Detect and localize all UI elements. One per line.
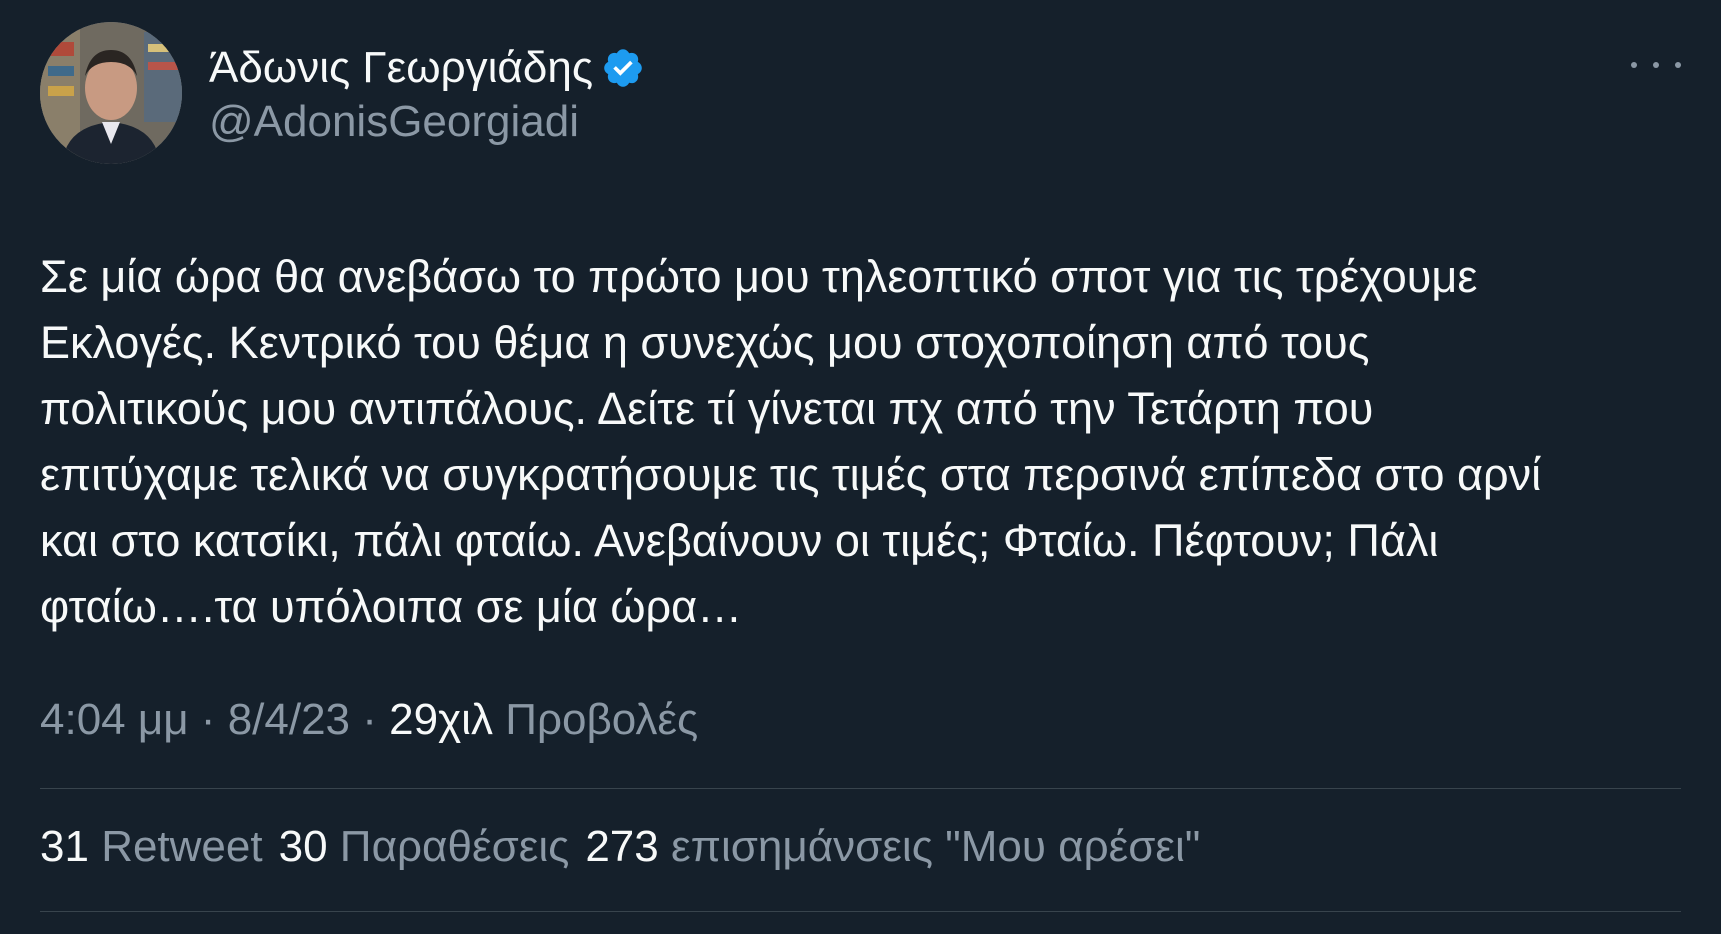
verified-badge-icon [601, 46, 645, 90]
more-horizontal-icon[interactable] [1631, 52, 1681, 78]
quotes-label: Παραθέσεις [339, 822, 570, 871]
tweet-detail: Άδωνις Γεωργιάδης @AdonisGeorgiadi Σε μί… [0, 0, 1721, 934]
views-count: 29χιλ [389, 695, 493, 744]
author-handle[interactable]: @AdonisGeorgiadi [209, 97, 579, 147]
quotes-count: 30 [278, 822, 328, 871]
retweets-stat[interactable]: 31 Retweet [40, 822, 263, 872]
tweet-date[interactable]: 8/4/23 [228, 695, 350, 744]
more-dot [1675, 62, 1681, 68]
author-name-row: Άδωνις Γεωργιάδης [209, 42, 645, 94]
more-dot [1631, 62, 1637, 68]
meta-separator: · [188, 695, 228, 744]
avatar[interactable] [40, 22, 182, 164]
tweet-text: Σε μία ώρα θα ανεβάσω το πρώτο μου τηλεο… [40, 251, 1542, 632]
likes-stat[interactable]: 273 επισημάνσεις "Μου αρέσει" [585, 822, 1200, 872]
retweets-label: Retweet [101, 822, 263, 871]
likes-count: 273 [585, 822, 659, 871]
meta-separator: · [350, 695, 390, 744]
divider [40, 788, 1681, 789]
tweet-stats: 31 Retweet 30 Παραθέσεις 273 επισημάνσει… [40, 822, 1200, 872]
tweet-meta: 4:04 μμ · 8/4/23 · 29χιλ Προβολές [40, 695, 698, 745]
retweets-count: 31 [40, 822, 89, 871]
quotes-stat[interactable]: 30 Παραθέσεις [279, 822, 570, 872]
profile-photo [40, 22, 182, 164]
more-dot [1653, 62, 1659, 68]
tweet-time[interactable]: 4:04 μμ [40, 695, 189, 744]
views-label: Προβολές [505, 695, 699, 744]
divider [40, 911, 1681, 912]
likes-label: επισημάνσεις "Μου αρέσει" [670, 822, 1201, 871]
author-display-name[interactable]: Άδωνις Γεωργιάδης [209, 43, 593, 93]
